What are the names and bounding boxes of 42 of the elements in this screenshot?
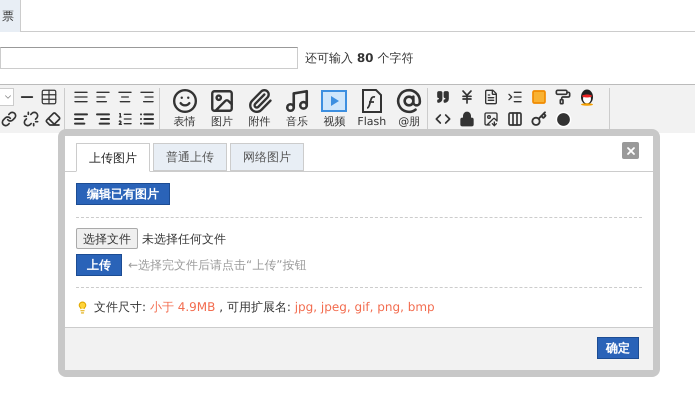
music-note-icon xyxy=(284,88,310,114)
paperclip-icon xyxy=(246,88,273,114)
dialog-tab[interactable]: 网络图片 xyxy=(230,143,304,171)
columns-icon[interactable] xyxy=(506,110,524,128)
edit-images-button[interactable]: 编辑已有图片 xyxy=(76,183,170,205)
smiley-icon xyxy=(172,88,198,114)
paint-roller-icon[interactable] xyxy=(554,88,572,106)
close-icon xyxy=(624,144,636,156)
media-button[interactable]: @朋 xyxy=(392,88,427,130)
numbered-list-icon[interactable] xyxy=(116,110,134,128)
media-button[interactable]: 视频 xyxy=(316,88,352,130)
file-info: 文件尺寸: 小于 4.9MB , 可用扩展名: jpg, jpeg, gif, png, bmp xyxy=(94,299,435,316)
choose-file-button[interactable]: 选择文件 xyxy=(76,228,138,249)
confirm-button[interactable]: 确定 xyxy=(597,337,639,359)
media-button[interactable]: 表情 xyxy=(167,88,202,130)
file-status: 未选择任何文件 xyxy=(142,230,226,248)
image-icon xyxy=(209,88,236,114)
media-button[interactable]: 图片 xyxy=(204,88,240,130)
penguin-icon[interactable] xyxy=(578,88,596,106)
film-play-icon xyxy=(321,88,348,114)
tab[interactable]: 票 xyxy=(0,0,21,32)
link-icon[interactable] xyxy=(0,110,18,128)
character-counter: 还可输入 80 个字符 xyxy=(305,50,414,67)
key-icon[interactable] xyxy=(530,110,548,128)
media-button[interactable]: Flash xyxy=(354,88,390,130)
image-download-icon[interactable] xyxy=(482,110,500,128)
media-button[interactable]: 音乐 xyxy=(279,88,315,130)
lock-icon[interactable] xyxy=(458,110,476,128)
lightbulb-icon xyxy=(76,300,89,314)
upload-button[interactable]: 上传 xyxy=(76,254,122,276)
at-sign-icon xyxy=(396,88,422,114)
eraser-icon[interactable] xyxy=(44,110,62,128)
media-button[interactable]: 附件 xyxy=(242,88,278,130)
quote-icon[interactable] xyxy=(434,88,452,106)
table-icon[interactable] xyxy=(40,88,58,106)
close-button[interactable] xyxy=(622,142,639,159)
upload-hint: ←选择完文件后请点击“上传”按钮 xyxy=(128,257,306,274)
unlink-icon[interactable] xyxy=(22,110,40,128)
document-icon[interactable] xyxy=(482,88,500,106)
dialog-tab[interactable]: 上传图片 xyxy=(76,143,150,172)
dialog-tab[interactable]: 普通上传 xyxy=(153,143,227,171)
title-input[interactable] xyxy=(0,47,298,69)
